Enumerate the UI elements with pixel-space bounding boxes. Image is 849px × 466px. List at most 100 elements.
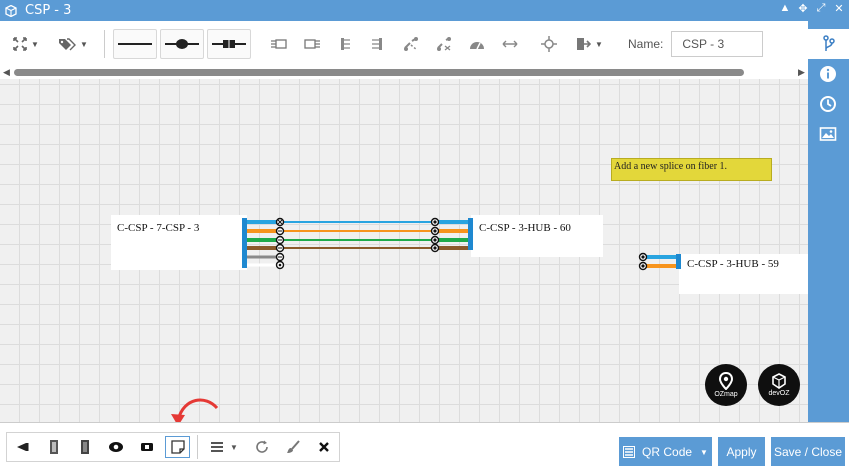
history-icon[interactable] xyxy=(819,95,837,113)
toolbar-divider xyxy=(197,435,198,459)
horizontal-scrollbar[interactable]: ◀ ▶ xyxy=(0,67,808,79)
tags-icon xyxy=(59,38,77,51)
cable-icon xyxy=(118,43,152,45)
dashboard-icon xyxy=(470,42,484,50)
left-fiber-nodes[interactable] xyxy=(275,217,285,270)
chevron-down-icon: ▼ xyxy=(595,39,603,49)
ozmap-logo: OZmap xyxy=(705,364,747,406)
apply-button[interactable]: Apply xyxy=(718,437,765,466)
name-input[interactable] xyxy=(671,31,764,57)
eye-icon xyxy=(108,442,123,452)
fibers-left-stubs xyxy=(246,255,280,267)
tags-dropdown-button[interactable]: ▼ xyxy=(51,29,95,59)
right-cable-end[interactable] xyxy=(468,218,473,250)
crosshair-icon xyxy=(541,36,557,52)
scrollbar-thumb[interactable] xyxy=(14,69,744,76)
left-cable-end[interactable] xyxy=(242,218,247,268)
note-text: Add a new splice on fiber 1. xyxy=(614,161,728,172)
cable-splice-button[interactable] xyxy=(160,29,204,59)
fiber-diagram xyxy=(242,217,682,271)
cube-app-icon xyxy=(5,4,17,17)
note-icon xyxy=(170,440,185,454)
move-icon[interactable]: ✥ xyxy=(797,2,809,15)
branch-tab[interactable] xyxy=(808,29,849,59)
right-sidebar xyxy=(808,21,849,422)
chevron-down-icon: ▼ xyxy=(700,447,708,457)
unlink-icon xyxy=(437,37,451,51)
rack-button[interactable] xyxy=(69,433,100,461)
window-title: CSP - 3 xyxy=(25,3,72,18)
drawing-tools: ▼ xyxy=(6,432,340,462)
connector-button[interactable] xyxy=(207,29,251,59)
export-dropdown-button[interactable]: ▼ xyxy=(567,29,611,59)
maximize-icon[interactable]: ⤢ xyxy=(815,2,827,15)
logo-text: OZmap xyxy=(714,391,738,398)
rack-icon xyxy=(80,440,89,454)
splitter-right-button[interactable] xyxy=(297,29,327,59)
map-pin-icon xyxy=(719,372,733,390)
qr-code-icon xyxy=(623,446,636,458)
image-icon[interactable] xyxy=(819,125,837,143)
brush-icon xyxy=(286,440,300,453)
list-icon xyxy=(211,442,224,452)
link-button[interactable] xyxy=(396,29,426,59)
list-dropdown-button[interactable]: ▼ xyxy=(202,433,246,461)
name-label: Name: xyxy=(628,37,664,51)
cable-end-icon xyxy=(16,443,28,451)
link-icon xyxy=(404,37,418,51)
box-icon xyxy=(49,440,58,454)
splitter-right-icon xyxy=(304,39,320,49)
right-fiber-nodes[interactable] xyxy=(430,217,440,253)
connector-icon xyxy=(212,40,246,48)
brush-button[interactable] xyxy=(277,433,308,461)
cable-button[interactable] xyxy=(113,29,157,59)
save-close-label: Save / Close xyxy=(773,445,843,459)
scroll-left-icon[interactable]: ◀ xyxy=(3,67,10,78)
save-close-button[interactable]: Save / Close xyxy=(771,437,845,466)
qr-code-label: QR Code xyxy=(642,445,693,459)
cable-end-button[interactable] xyxy=(7,433,38,461)
resize-button[interactable] xyxy=(495,29,525,59)
splitter-left-icon xyxy=(271,39,287,49)
ticket-button[interactable] xyxy=(131,433,162,461)
crosshair-button[interactable] xyxy=(534,29,564,59)
cable-splice-icon xyxy=(165,39,199,49)
unlink-button[interactable] xyxy=(429,29,459,59)
close-icon[interactable]: ✕ xyxy=(833,2,845,15)
refresh-icon xyxy=(255,440,268,453)
export-icon xyxy=(577,38,592,50)
fit-dropdown-button[interactable]: ▼ xyxy=(4,29,48,59)
chevron-down-icon: ▼ xyxy=(31,39,39,49)
splitter-left-button[interactable] xyxy=(264,29,294,59)
info-icon[interactable] xyxy=(819,65,837,83)
scroll-right-icon[interactable]: ▶ xyxy=(798,67,805,78)
title-bar: CSP - 3 ▲ ✥ ⤢ ✕ xyxy=(0,0,849,21)
qr-code-button[interactable]: QR Code ▼ xyxy=(619,437,712,466)
toolbar: ▼ ▼ ▼ Name: xyxy=(0,21,808,67)
far-cable-fibers[interactable] xyxy=(638,252,682,271)
cube-icon xyxy=(772,373,786,389)
close-icon xyxy=(318,442,329,452)
fan-in-button[interactable] xyxy=(363,29,393,59)
note-button[interactable] xyxy=(162,433,193,461)
dashboard-button[interactable] xyxy=(462,29,492,59)
bottom-toolbar: ▼ QR Code ▼ Apply Save / Close xyxy=(0,422,849,466)
ticket-icon xyxy=(140,443,153,451)
chevron-down-icon: ▼ xyxy=(230,442,238,452)
close-button[interactable] xyxy=(308,433,339,461)
box-button[interactable] xyxy=(38,433,69,461)
fan-in-icon xyxy=(372,38,382,50)
collapse-icon[interactable]: ▲ xyxy=(779,2,791,15)
apply-label: Apply xyxy=(726,445,757,459)
branch-icon xyxy=(822,35,835,51)
eye-button[interactable] xyxy=(100,433,131,461)
devoz-logo: devOZ xyxy=(758,364,800,406)
logo-text: devOZ xyxy=(768,390,790,397)
fan-out-button[interactable] xyxy=(330,29,360,59)
refresh-button[interactable] xyxy=(246,433,277,461)
toolbar-divider xyxy=(104,30,105,58)
diagram-canvas[interactable]: C-CSP - 7-CSP - 3 C-CSP - 3-HUB - 60 C-C… xyxy=(0,79,808,422)
chevron-down-icon: ▼ xyxy=(80,39,88,49)
fit-icon xyxy=(13,37,27,51)
sticky-note[interactable]: Add a new splice on fiber 1. xyxy=(611,158,772,181)
